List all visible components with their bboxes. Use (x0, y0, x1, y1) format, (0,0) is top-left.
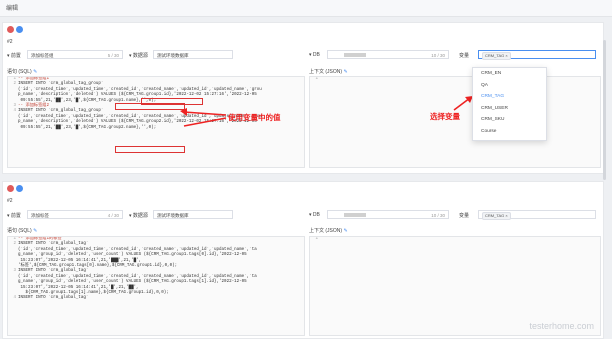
scrollbar[interactable] (603, 40, 606, 180)
code-line: 09:55:55',21,'██',23,'█',${CRM_TAG.group… (18, 125, 157, 130)
highlight-box (115, 146, 185, 153)
add-icon[interactable] (16, 26, 23, 33)
step-desc-input[interactable]: 10 / 30 (327, 50, 449, 59)
datasource-label[interactable]: ▾ 数据源 (129, 52, 148, 59)
datasource-label[interactable]: ▾ 数据源 (129, 212, 148, 219)
datasource-select[interactable]: 测试环境数据库 (153, 50, 233, 59)
context-editor[interactable]: 1 (309, 76, 601, 168)
prefix-select-label[interactable]: ▾ 前置 (7, 52, 21, 59)
sql-label: 语句 (SQL) ✎ (7, 228, 38, 234)
variable-label: 变量 (459, 213, 470, 219)
unit-select[interactable]: ▾ DB (309, 52, 320, 58)
dropdown-option[interactable]: CRM_SKU (473, 114, 546, 126)
redacted-text (344, 213, 366, 217)
edit-icon[interactable]: ✎ (33, 69, 37, 75)
step-name-input[interactable]: 添加标签 4 / 30 (27, 210, 123, 219)
step-index: #2 (7, 39, 13, 45)
annotation-arrow (180, 108, 227, 127)
annotation-select-variable: 选择变量 (430, 112, 460, 121)
add-icon[interactable] (16, 185, 23, 192)
code-line: 4 INSERT INTO `crm_global_tag` (13, 296, 89, 301)
variable-label: 变量 (459, 53, 470, 59)
step-name-input[interactable]: 添加标签组 5 / 30 (27, 50, 123, 59)
dropdown-option[interactable]: QA (473, 80, 546, 92)
variable-dropdown[interactable]: CRM_EN QA CRM_TAG CRM_USER CRM_SKU Cours… (472, 67, 547, 141)
annotation-use-variable: 使用变量中的值 (228, 113, 281, 122)
delete-icon[interactable] (7, 26, 14, 33)
step-desc-input[interactable]: 10 / 30 (327, 210, 449, 219)
delete-icon[interactable] (7, 185, 14, 192)
title-bar: 编辑 (0, 0, 612, 17)
sql-label: 语句 (SQL) ✎ (7, 69, 38, 75)
dropdown-option-selected[interactable]: CRM_TAG (473, 91, 546, 103)
variable-chip[interactable]: CRM_TAG × (482, 52, 511, 60)
step-panel-2: #2 ▾ 前置 添加标签 4 / 30 ▾ 数据源 测试环境数据库 ▾ DB 1… (2, 181, 604, 339)
variable-chip[interactable]: CRM_TAG × (482, 212, 511, 220)
variable-select[interactable]: CRM_TAG × (478, 210, 596, 220)
step-index: #2 (7, 198, 13, 204)
context-label: 上下文 (JSON) ✎ (309, 69, 348, 75)
sql-editor[interactable]: 1 -- 添加标签组1的标签 2 INSERT INTO `crm_global_t… (7, 236, 305, 336)
annotation-arrow (453, 96, 473, 111)
redacted-text (344, 53, 366, 57)
unit-select[interactable]: ▾ DB (309, 212, 320, 218)
highlight-box (115, 103, 185, 110)
dropdown-option[interactable]: CRM_USER (473, 103, 546, 115)
context-label: 上下文 (JSON) ✎ (309, 228, 348, 234)
watermark: testerhome.com (529, 321, 594, 331)
datasource-select[interactable]: 测试环境数据库 (153, 210, 233, 219)
variable-select[interactable]: CRM_TAG × (478, 50, 596, 60)
edit-icon[interactable]: ✎ (343, 228, 347, 234)
dropdown-option[interactable]: CRM_EN (473, 68, 546, 80)
prefix-select-label[interactable]: ▾ 前置 (7, 212, 21, 219)
window-title: 编辑 (6, 6, 19, 12)
dropdown-option[interactable]: Course (473, 126, 546, 138)
edit-icon[interactable]: ✎ (343, 69, 347, 75)
edit-icon[interactable]: ✎ (33, 228, 37, 234)
